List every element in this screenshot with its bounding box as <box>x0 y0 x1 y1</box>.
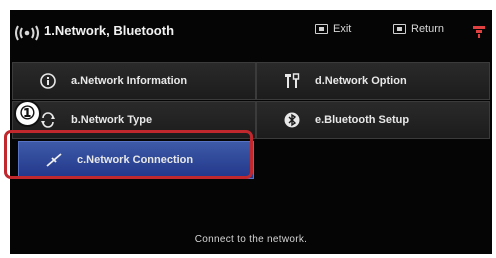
menu-item-network-information[interactable]: a.Network Information <box>12 62 256 100</box>
selection-highlight-frame <box>4 130 253 179</box>
bluetooth-icon <box>283 111 301 129</box>
network-icon <box>15 25 39 41</box>
tools-icon <box>283 72 301 90</box>
menu-item-network-option[interactable]: d.Network Option <box>256 62 490 100</box>
header: 1.Network, Bluetooth Exit Return <box>10 10 492 52</box>
settings-icon <box>473 26 485 38</box>
step-marker: ① <box>14 100 41 127</box>
exit-label: Exit <box>333 23 352 35</box>
menu-item-label: e.Bluetooth Setup <box>315 114 410 126</box>
info-icon <box>39 72 57 90</box>
menu-item-label: b.Network Type <box>71 114 153 126</box>
footer-hint: Connect to the network. <box>194 234 308 245</box>
menu-item-label: a.Network Information <box>71 75 188 87</box>
menu-item-label: d.Network Option <box>315 75 407 87</box>
return-key-icon <box>393 24 406 34</box>
exit-key-icon <box>315 24 328 34</box>
network-type-icon <box>39 111 57 129</box>
page-title: 1.Network, Bluetooth <box>44 23 175 38</box>
return-label: Return <box>411 23 445 35</box>
menu-item-bluetooth-setup[interactable]: e.Bluetooth Setup <box>256 101 490 139</box>
return-button[interactable]: Return <box>393 23 444 35</box>
exit-button[interactable]: Exit <box>315 23 351 35</box>
